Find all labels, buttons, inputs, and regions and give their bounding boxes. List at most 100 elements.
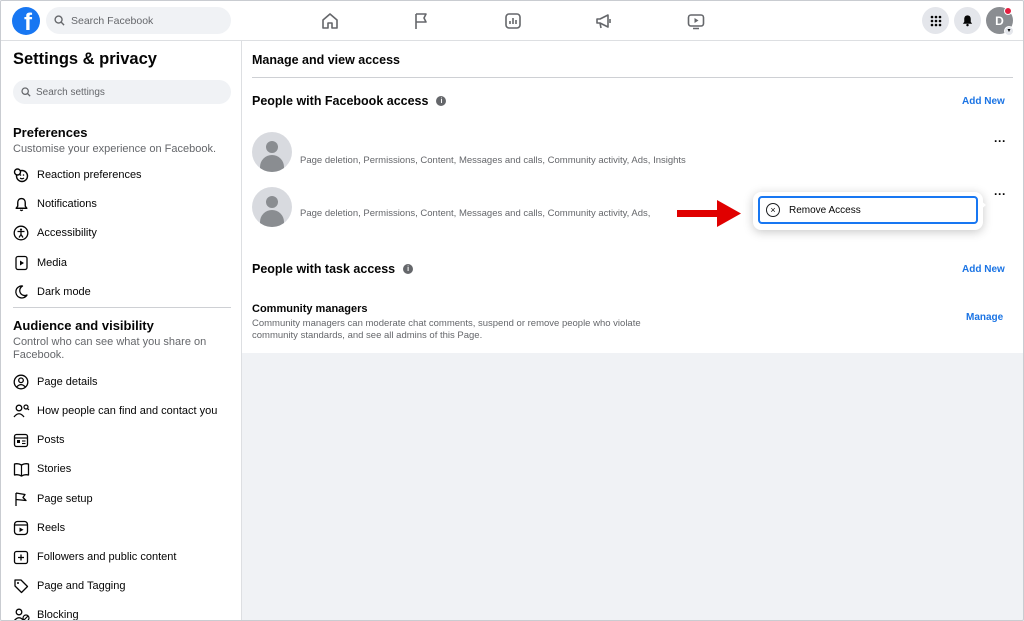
sidebar-item-accessibility[interactable]: Accessibility	[11, 222, 237, 244]
title-divider	[252, 77, 1013, 78]
moon-icon	[11, 282, 31, 302]
book-icon	[11, 459, 31, 479]
facebook-logo-icon[interactable]: f	[12, 7, 40, 35]
posts-icon	[11, 430, 31, 450]
bell-icon	[11, 194, 31, 214]
flag-icon[interactable]	[411, 11, 431, 31]
sidebar-item-page-and-tagging[interactable]: Page and Tagging	[11, 575, 237, 597]
sidebar-item-label: Accessibility	[37, 227, 97, 239]
sidebar-item-blocking[interactable]: Blocking	[11, 604, 237, 621]
manage-community-managers-button[interactable]: Manage	[966, 312, 1003, 323]
more-options-button[interactable]: ···	[994, 187, 1006, 201]
add-new-task-access-button[interactable]: Add New	[962, 264, 1005, 275]
avatar-head-shape	[266, 196, 278, 208]
manage-access-card: Manage and view access People with Faceb…	[242, 41, 1023, 353]
person-avatar[interactable]	[252, 187, 292, 227]
megaphone-icon[interactable]	[594, 11, 614, 31]
popover-caret	[979, 199, 986, 211]
settings-search-placeholder: Search settings	[36, 86, 105, 98]
sidebar-item-page-setup[interactable]: Page setup	[11, 488, 237, 510]
sidebar-item-media[interactable]: Media	[11, 252, 237, 274]
bell-icon	[962, 15, 973, 27]
sidebar-item-label: How people can find and contact you	[37, 405, 218, 417]
avatar-letter: D	[995, 13, 1004, 28]
sidebar-item-label: Page details	[37, 376, 98, 388]
person-avatar[interactable]	[252, 132, 292, 172]
user-search-icon	[11, 401, 31, 421]
audience-subtitle: Control who can see what you share on Fa…	[13, 336, 207, 361]
sidebar-item-dark-mode[interactable]: Dark mode	[11, 281, 237, 303]
sidebar-divider	[13, 307, 231, 308]
audience-heading: Audience and visibility	[13, 318, 154, 333]
remove-access-label: Remove Access	[789, 204, 861, 216]
info-icon[interactable]: i	[403, 264, 414, 274]
avatar-body-shape	[260, 210, 284, 227]
sidebar-item-label: Stories	[37, 463, 72, 475]
user-circle-icon	[11, 372, 31, 392]
settings-sidebar: Settings & privacy Search settings Prefe…	[1, 41, 242, 621]
notifications-button[interactable]	[954, 7, 981, 34]
sidebar-item-reaction-preferences[interactable]: Reaction preferences	[11, 164, 237, 186]
reels-icon	[11, 518, 31, 538]
info-icon[interactable]: i	[436, 96, 447, 106]
app-window: f Search Facebook D ▾ Settings & privacy…	[0, 0, 1024, 621]
home-icon[interactable]	[320, 11, 340, 31]
options-popover: × Remove Access	[753, 192, 983, 230]
avatar-head-shape	[266, 141, 278, 153]
close-circle-icon: ×	[766, 203, 780, 217]
facebook-access-heading-text: People with Facebook access	[252, 94, 429, 108]
remove-access-button[interactable]: × Remove Access	[758, 196, 978, 224]
media-icon	[11, 253, 31, 273]
settings-search-input[interactable]: Search settings	[13, 80, 231, 104]
sidebar-item-label: Page and Tagging	[37, 580, 126, 592]
page-title: Manage and view access	[252, 53, 400, 67]
tag-icon	[11, 576, 31, 596]
sidebar-item-page-details[interactable]: Page details	[11, 371, 237, 393]
chevron-down-icon[interactable]: ▾	[1004, 26, 1014, 36]
reaction-icon	[11, 165, 31, 185]
search-icon	[54, 15, 65, 26]
sidebar-item-label: Followers and public content	[37, 551, 177, 563]
sidebar-item-label: Notifications	[37, 198, 97, 210]
more-options-button[interactable]: ···	[994, 134, 1006, 148]
sidebar-title: Settings & privacy	[13, 50, 157, 68]
top-navigation-bar: f Search Facebook D ▾	[1, 1, 1023, 41]
followers-icon	[11, 547, 31, 567]
person-permissions: Page deletion, Permissions, Content, Mes…	[300, 155, 686, 166]
sidebar-item-posts[interactable]: Posts	[11, 429, 237, 451]
notification-dot-icon	[1004, 7, 1012, 15]
sidebar-item-stories[interactable]: Stories	[11, 458, 237, 480]
preferences-heading: Preferences	[13, 125, 88, 140]
add-new-facebook-access-button[interactable]: Add New	[962, 96, 1005, 107]
person-permissions: Page deletion, Permissions, Content, Mes…	[300, 208, 651, 219]
video-icon[interactable]	[686, 11, 706, 31]
search-placeholder: Search Facebook	[71, 14, 154, 27]
sidebar-item-label: Blocking	[37, 609, 79, 621]
grid-icon	[930, 15, 941, 26]
facebook-access-heading: People with Facebook access i	[252, 94, 447, 108]
menu-grid-button[interactable]	[922, 7, 949, 34]
sidebar-item-label: Reaction preferences	[37, 169, 142, 181]
annotation-arrow-icon	[677, 200, 741, 227]
sidebar-item-label: Posts	[37, 434, 65, 446]
sidebar-item-find-and-contact[interactable]: How people can find and contact you	[11, 400, 237, 422]
preferences-subtitle: Customise your experience on Facebook.	[13, 143, 216, 155]
search-icon	[21, 87, 31, 97]
accessibility-icon	[11, 223, 31, 243]
sidebar-item-label: Media	[37, 257, 67, 269]
sidebar-item-label: Page setup	[37, 493, 93, 505]
task-access-heading-text: People with task access	[252, 262, 396, 276]
sidebar-item-followers[interactable]: Followers and public content	[11, 546, 237, 568]
flag-icon	[11, 489, 31, 509]
sidebar-item-reels[interactable]: Reels	[11, 517, 237, 539]
sidebar-item-label: Dark mode	[37, 286, 91, 298]
community-managers-title: Community managers	[252, 303, 368, 315]
sidebar-item-notifications[interactable]: Notifications	[11, 193, 237, 215]
avatar-body-shape	[260, 155, 284, 172]
sidebar-item-label: Reels	[37, 522, 66, 534]
blocking-icon	[11, 605, 31, 620]
insights-icon[interactable]	[503, 11, 523, 31]
community-managers-description: Community managers can moderate chat com…	[252, 318, 641, 341]
logo-letter: f	[24, 9, 32, 35]
facebook-search-input[interactable]: Search Facebook	[46, 7, 231, 34]
